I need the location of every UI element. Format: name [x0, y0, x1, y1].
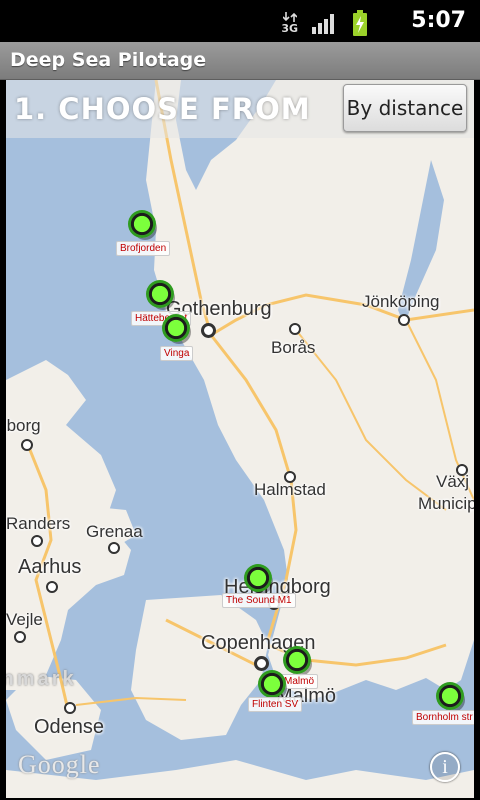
city-label-odense: Odense — [34, 716, 105, 738]
station-label-brofjorden[interactable]: Brofjorden — [116, 241, 171, 256]
station-label-bornholm[interactable]: Bornholm str — [412, 710, 474, 725]
station-marker-malmo[interactable] — [283, 646, 311, 674]
city-dot-copenhagen — [254, 656, 269, 671]
network-icon: 3G — [281, 12, 298, 34]
app-title-bar: Deep Sea Pilotage — [0, 42, 480, 80]
city-dot-randers — [31, 535, 43, 547]
city-label-vaxjo: Växj — [436, 472, 470, 491]
station-label-vinga[interactable]: Vinga — [160, 346, 194, 361]
station-marker-vinga[interactable] — [162, 314, 190, 342]
station-marker-bornholm[interactable] — [436, 682, 464, 710]
city-label-randers: Randers — [6, 514, 71, 533]
city-dot-vejle — [14, 631, 26, 643]
city-dot-odense — [64, 702, 76, 714]
choose-header: 1. CHOOSE FROM By distance — [6, 80, 474, 138]
city-dot-grenaa — [108, 542, 120, 554]
google-logo: Google — [18, 750, 101, 779]
station-label-flinten-sv[interactable]: Flinten SV — [248, 697, 303, 712]
info-icon[interactable]: i — [430, 752, 460, 782]
network-type-label: 3G — [281, 22, 298, 35]
map-land-zealand — [131, 595, 268, 740]
city-label-grenaa: Grenaa — [86, 522, 143, 541]
city-label-vejle: Vejle — [6, 610, 43, 629]
city-label-municipality: Municip — [418, 494, 474, 513]
status-icons: 3G — [281, 10, 368, 36]
sort-by-distance-button[interactable]: By distance — [343, 84, 467, 132]
city-label-jonkoping: Jönköping — [362, 292, 440, 311]
map-view[interactable]: Gothenburg Jönköping Borås Aalborg Halms… — [6, 80, 474, 798]
city-label-aarhus: Aarhus — [18, 556, 82, 578]
city-dot-boras — [289, 323, 301, 335]
clock: 5:07 — [411, 8, 466, 33]
app-title: Deep Sea Pilotage — [10, 49, 207, 71]
city-dot-gothenburg — [201, 323, 216, 338]
city-label-halmstad: Halmstad — [254, 480, 326, 499]
signal-icon — [312, 14, 334, 34]
city-dot-aalborg — [21, 439, 33, 451]
station-marker-flinten-sv[interactable] — [258, 670, 286, 698]
battery-charging-icon — [353, 10, 367, 36]
city-dot-aarhus — [46, 581, 58, 593]
station-marker-the-sound-m1[interactable] — [244, 564, 272, 592]
station-marker-hatteberget[interactable] — [146, 280, 174, 308]
country-label-denmark: Denmark — [6, 668, 77, 690]
station-label-the-sound-m1[interactable]: The Sound M1 — [222, 593, 296, 608]
city-dot-jonkoping — [398, 314, 410, 326]
city-label-aalborg: Aalborg — [6, 416, 41, 435]
station-marker-brofjorden[interactable] — [128, 210, 156, 238]
city-label-boras: Borås — [271, 338, 316, 357]
status-bar: 3G 5:07 — [0, 0, 480, 42]
choose-heading: 1. CHOOSE FROM — [14, 92, 311, 126]
